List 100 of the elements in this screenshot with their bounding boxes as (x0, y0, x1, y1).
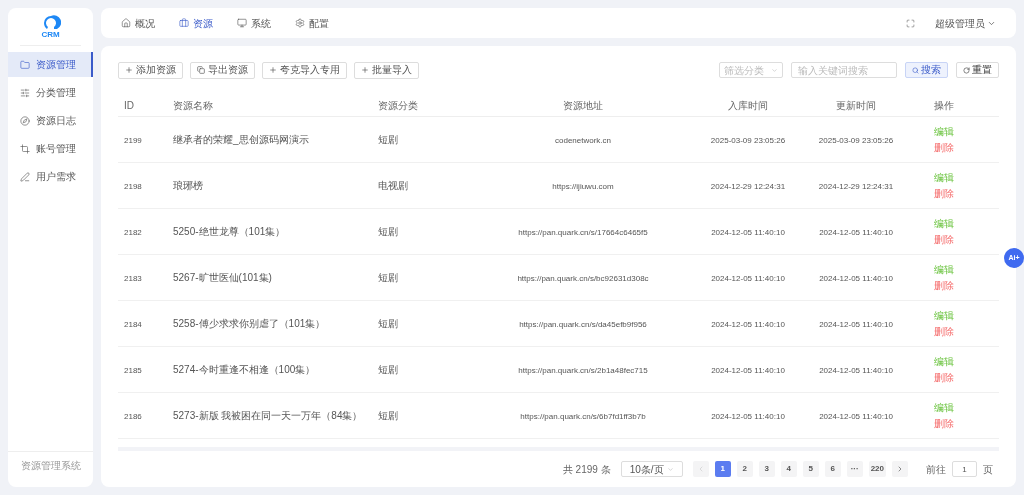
sliders-icon (20, 87, 30, 98)
table-cell: 短剧 (378, 134, 398, 145)
table-cell: 2183 (124, 274, 142, 283)
plus-icon (125, 66, 133, 74)
toolbar-button[interactable]: 批量导入 (354, 61, 419, 79)
table-cell: 2182 (124, 228, 142, 237)
table-cell: https://pan.quark.cn/s/6b7fd1ff3b7b (520, 412, 646, 421)
table-cell: codenetwork.cn (555, 136, 611, 145)
gear-icon (295, 18, 305, 28)
table-cell: https://pan.quark.cn/s/da45efb9f956 (519, 320, 647, 329)
chevron-right-icon (896, 465, 904, 473)
column-header: 资源分类 (378, 99, 418, 111)
table-cell: 5273-新版 我被困在同一天一万年（84集） (173, 410, 363, 421)
table-cell: 2024-12-05 11:40:10 (711, 320, 785, 329)
page-button[interactable]: 5 (802, 461, 819, 477)
crop-icon (20, 143, 30, 154)
copy-icon (197, 66, 205, 74)
sidebar-item[interactable]: 资源日志 (8, 108, 93, 133)
search-field[interactable]: 输入关键词搜索 (791, 62, 897, 78)
goto-suffix: 页 (983, 462, 993, 477)
fullscreen-icon[interactable] (906, 18, 915, 28)
sidebar-item[interactable]: 资源管理 (8, 52, 93, 77)
table-cell: 2185 (124, 366, 142, 375)
table-cell: 2024-12-29 12:24:31 (710, 182, 786, 191)
table-cell: 2198 (124, 182, 142, 191)
page-button[interactable]: 4 (780, 461, 797, 477)
page-button[interactable]: 220 (868, 461, 886, 477)
page-button[interactable]: 3 (758, 461, 775, 477)
table-cell: 2024-12-05 11:40:10 (711, 228, 785, 237)
table-cell: 2024-12-05 11:40:10 (819, 274, 893, 283)
nav-tab[interactable]: 概况 (121, 15, 155, 31)
page-size-select[interactable]: 10条/页 (620, 461, 683, 477)
table-cell: 5274-今时重逢不相逢（100集） (173, 364, 316, 375)
column-header: 资源地址 (563, 99, 603, 111)
nav-tab[interactable]: 资源 (179, 15, 213, 31)
column-header: 资源名称 (173, 99, 213, 111)
sidebar-item[interactable]: 用户需求 (8, 164, 93, 189)
reset-button[interactable]: 重置 (956, 62, 999, 78)
table-cell: 2024-12-05 11:40:10 (711, 274, 785, 283)
logo-text: CRM (41, 30, 60, 39)
column-header: 入库时间 (728, 99, 768, 111)
table-cell: 2024-12-05 11:40:10 (819, 228, 893, 237)
table-cell: https://pan.quark.cn/s/17664c6465f5 (518, 228, 648, 237)
chevron-down-icon (771, 66, 778, 74)
table-cell: 2184 (124, 320, 142, 329)
house-icon (121, 18, 131, 28)
table-cell: 短剧 (378, 272, 398, 283)
table-cell: 继承者的荣耀_思创源码网演示 (173, 134, 309, 145)
table-cell: 电视剧 (378, 180, 408, 191)
table-cell: 2199 (124, 136, 142, 145)
table-cell: https://pan.quark.cn/s/bc92631d308c (517, 274, 649, 283)
table-cell: 2024-12-05 11:40:10 (711, 366, 785, 375)
page-button[interactable]: 1 (714, 461, 731, 477)
column-header: 更新时间 (836, 99, 876, 111)
total-count: 共 2199 条 (562, 462, 611, 477)
toolbar-button[interactable]: 导出资源 (190, 61, 255, 79)
refresh-icon (963, 66, 970, 74)
table-cell: 2024-12-29 12:24:31 (818, 182, 894, 191)
table-cell: 5250-绝世龙尊（101集） (173, 226, 286, 237)
monitor-icon (237, 18, 247, 28)
user-menu[interactable]: 超级管理员 (935, 15, 996, 31)
table-cell: 2024-12-05 11:40:10 (711, 412, 785, 421)
table-cell: 2025-03-09 23:05:26 (710, 136, 786, 145)
table-cell: https://ijiuwu.com (552, 182, 614, 191)
table-cell: 短剧 (378, 318, 398, 329)
table-cell: 2024-12-05 11:40:10 (819, 366, 893, 375)
goto-page-field[interactable]: 1 (952, 461, 977, 477)
table-cell: 2024-12-05 11:40:10 (819, 320, 893, 329)
plus-icon (361, 66, 369, 74)
chevron-down-icon (666, 465, 674, 473)
search-button[interactable]: 搜索 (905, 62, 948, 78)
goto-label: 前往 (926, 462, 946, 477)
prev-page-button[interactable] (692, 461, 709, 477)
table-cell: 琅琊榜 (173, 180, 203, 191)
folder-icon (20, 59, 30, 70)
page-button[interactable]: 6 (824, 461, 841, 477)
sidebar-item[interactable]: 账号管理 (8, 136, 93, 161)
nav-tab[interactable]: 配置 (295, 15, 329, 31)
table-cell: 短剧 (378, 410, 398, 421)
footer-text: 资源管理系统 (20, 459, 81, 473)
plus-icon (269, 66, 277, 74)
table-cell: 短剧 (378, 226, 398, 237)
toolbar-button[interactable]: 添加资源 (118, 61, 183, 79)
pen-icon (20, 171, 30, 182)
table-cell: 5267-旷世医仙(101集) (173, 272, 272, 283)
page-button[interactable]: 2 (736, 461, 753, 477)
table-cell: 2025-03-09 23:05:26 (818, 136, 894, 145)
page-button[interactable]: ··· (846, 461, 863, 477)
table-cell: 短剧 (378, 364, 398, 375)
nav-tab[interactable]: 系统 (237, 15, 271, 31)
column-header: 操作 (934, 99, 954, 111)
table-cell: https://pan.quark.cn/s/2b1a48fec715 (518, 366, 648, 375)
column-header: ID (124, 99, 134, 111)
sidebar-item[interactable]: 分类管理 (8, 80, 93, 105)
table-cell: 5258-傅少求求你别虐了（101集） (173, 318, 326, 329)
table-cell: 2024-12-05 11:40:10 (819, 412, 893, 421)
compass-icon (20, 115, 30, 126)
toolbar-button[interactable]: 夸克导入专用 (262, 61, 347, 79)
next-page-button[interactable] (892, 461, 908, 477)
briefcase-icon (179, 18, 189, 28)
